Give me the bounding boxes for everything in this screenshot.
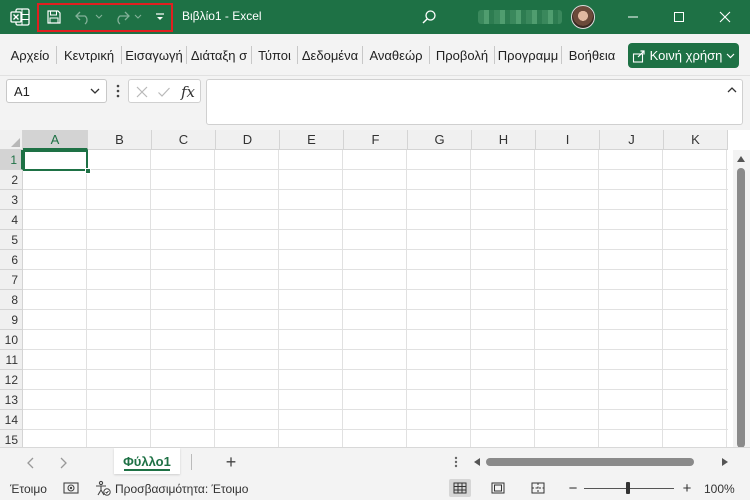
cancel-icon[interactable] — [133, 83, 151, 101]
sheet-separator — [191, 454, 192, 470]
tab-page-layout[interactable]: Διάταξη σ — [187, 34, 251, 76]
tab-view[interactable]: Προβολή — [430, 34, 494, 76]
tab-formulas[interactable]: Τύποι — [252, 34, 297, 76]
share-button[interactable]: Κοινή χρήση — [628, 43, 739, 68]
enter-icon[interactable] — [155, 83, 173, 101]
vertical-scrollbar[interactable] — [733, 150, 750, 447]
column-header[interactable]: I — [536, 130, 600, 150]
row-header[interactable]: 7 — [0, 270, 23, 290]
scroll-up-icon[interactable] — [736, 154, 746, 164]
save-icon[interactable] — [44, 5, 64, 29]
redo-dropdown-icon[interactable] — [133, 5, 143, 29]
zoom-level[interactable]: 100% — [704, 482, 735, 496]
row-header[interactable]: 2 — [0, 170, 23, 190]
column-header[interactable]: D — [216, 130, 280, 150]
zoom-out-button[interactable]: − — [566, 480, 580, 497]
cell-area[interactable] — [23, 150, 728, 447]
worksheet-grid[interactable]: A B C D E F G H I J K 1 2 3 4 5 6 7 8 9 … — [0, 130, 750, 447]
collapse-formula-bar-icon[interactable] — [726, 84, 738, 98]
active-cell[interactable] — [23, 150, 88, 171]
ribbon-tabs: Αρχείο Κεντρική Εισαγωγή Διάταξη σ Τύποι… — [0, 34, 750, 76]
zoom-in-button[interactable]: + — [680, 480, 694, 497]
chevron-down-icon[interactable] — [89, 83, 101, 102]
tab-insert[interactable]: Εισαγωγή — [122, 34, 186, 76]
more-options-icon[interactable] — [113, 81, 123, 101]
page-layout-view-icon[interactable] — [487, 479, 509, 497]
status-ready: Έτοιμο — [10, 482, 47, 496]
row-header[interactable]: 4 — [0, 210, 23, 230]
horizontal-scroll-thumb[interactable] — [486, 458, 694, 466]
row-header[interactable]: 8 — [0, 290, 23, 310]
name-box-value: A1 — [14, 83, 30, 99]
row-header[interactable]: 10 — [0, 330, 23, 350]
vertical-scroll-thumb[interactable] — [737, 168, 745, 447]
chevron-down-icon — [726, 53, 735, 58]
tab-file[interactable]: Αρχείο — [4, 34, 56, 76]
previous-sheet-icon[interactable] — [22, 454, 40, 472]
row-header[interactable]: 11 — [0, 350, 23, 370]
column-header[interactable]: K — [664, 130, 728, 150]
more-sheets-icon[interactable] — [451, 456, 461, 468]
add-sheet-button[interactable]: + — [221, 452, 241, 472]
formula-input[interactable] — [206, 79, 743, 125]
column-header[interactable]: G — [408, 130, 472, 150]
tab-home[interactable]: Κεντρική — [57, 34, 121, 76]
row-header[interactable]: 14 — [0, 410, 23, 430]
excel-logo-icon[interactable] — [8, 6, 32, 28]
tab-review[interactable]: Αναθεώρ — [363, 34, 429, 76]
column-header[interactable]: J — [600, 130, 664, 150]
page-break-view-icon[interactable] — [527, 479, 549, 497]
horizontal-scrollbar[interactable] — [470, 455, 732, 469]
column-header[interactable]: E — [280, 130, 344, 150]
tab-help[interactable]: Βοήθεια — [562, 34, 622, 76]
redo-icon[interactable] — [111, 5, 133, 29]
sheet-tab-bar: Φύλλο1 + — [0, 447, 750, 477]
zoom-slider-handle[interactable] — [626, 482, 630, 494]
tab-data[interactable]: Δεδομένα — [298, 34, 362, 76]
close-icon[interactable] — [702, 0, 748, 34]
share-icon — [632, 49, 645, 63]
row-header[interactable]: 12 — [0, 370, 23, 390]
accessibility-icon[interactable] — [94, 480, 112, 496]
accessibility-status[interactable]: Προσβασιμότητα: Έτοιμο — [115, 482, 248, 496]
undo-icon[interactable] — [72, 5, 94, 29]
scroll-left-icon[interactable] — [472, 457, 482, 467]
row-header[interactable]: 3 — [0, 190, 23, 210]
macro-record-icon[interactable] — [62, 480, 80, 496]
insert-function-icon[interactable]: fx — [179, 83, 197, 101]
status-bar: Έτοιμο Προσβασιμότητα: Έτοιμο − + 100% — [0, 477, 750, 500]
sheet-tab[interactable]: Φύλλο1 — [114, 448, 180, 474]
row-header[interactable]: 15 — [0, 430, 23, 447]
minimize-icon[interactable] — [610, 0, 656, 34]
title-bar: Βιβλίο1 - Excel — [0, 0, 750, 34]
tab-developer[interactable]: Προγραμμ — [495, 34, 561, 76]
undo-dropdown-icon[interactable] — [94, 5, 104, 29]
formula-bar: A1 fx — [0, 76, 750, 130]
avatar[interactable] — [571, 5, 595, 29]
row-header[interactable]: 1 — [0, 150, 23, 170]
scroll-right-icon[interactable] — [720, 457, 730, 467]
next-sheet-icon[interactable] — [54, 454, 72, 472]
row-header[interactable]: 13 — [0, 390, 23, 410]
column-header[interactable]: C — [152, 130, 216, 150]
fill-handle[interactable] — [85, 168, 91, 174]
search-icon[interactable] — [417, 5, 441, 29]
normal-view-icon[interactable] — [449, 479, 471, 497]
row-header[interactable]: 9 — [0, 310, 23, 330]
customize-qat-icon[interactable] — [152, 5, 168, 29]
maximize-icon[interactable] — [656, 0, 702, 34]
column-header[interactable]: B — [88, 130, 152, 150]
column-header[interactable]: H — [472, 130, 536, 150]
row-header[interactable]: 5 — [0, 230, 23, 250]
formula-actions: fx — [128, 79, 201, 103]
column-header[interactable]: A — [23, 130, 88, 150]
document-title: Βιβλίο1 - Excel — [182, 9, 262, 23]
row-header[interactable]: 6 — [0, 250, 23, 270]
select-all-button[interactable] — [0, 130, 23, 150]
account-name-blurred — [478, 10, 562, 24]
share-label: Κοινή χρήση — [649, 48, 723, 63]
name-box[interactable]: A1 — [6, 79, 107, 103]
column-header[interactable]: F — [344, 130, 408, 150]
